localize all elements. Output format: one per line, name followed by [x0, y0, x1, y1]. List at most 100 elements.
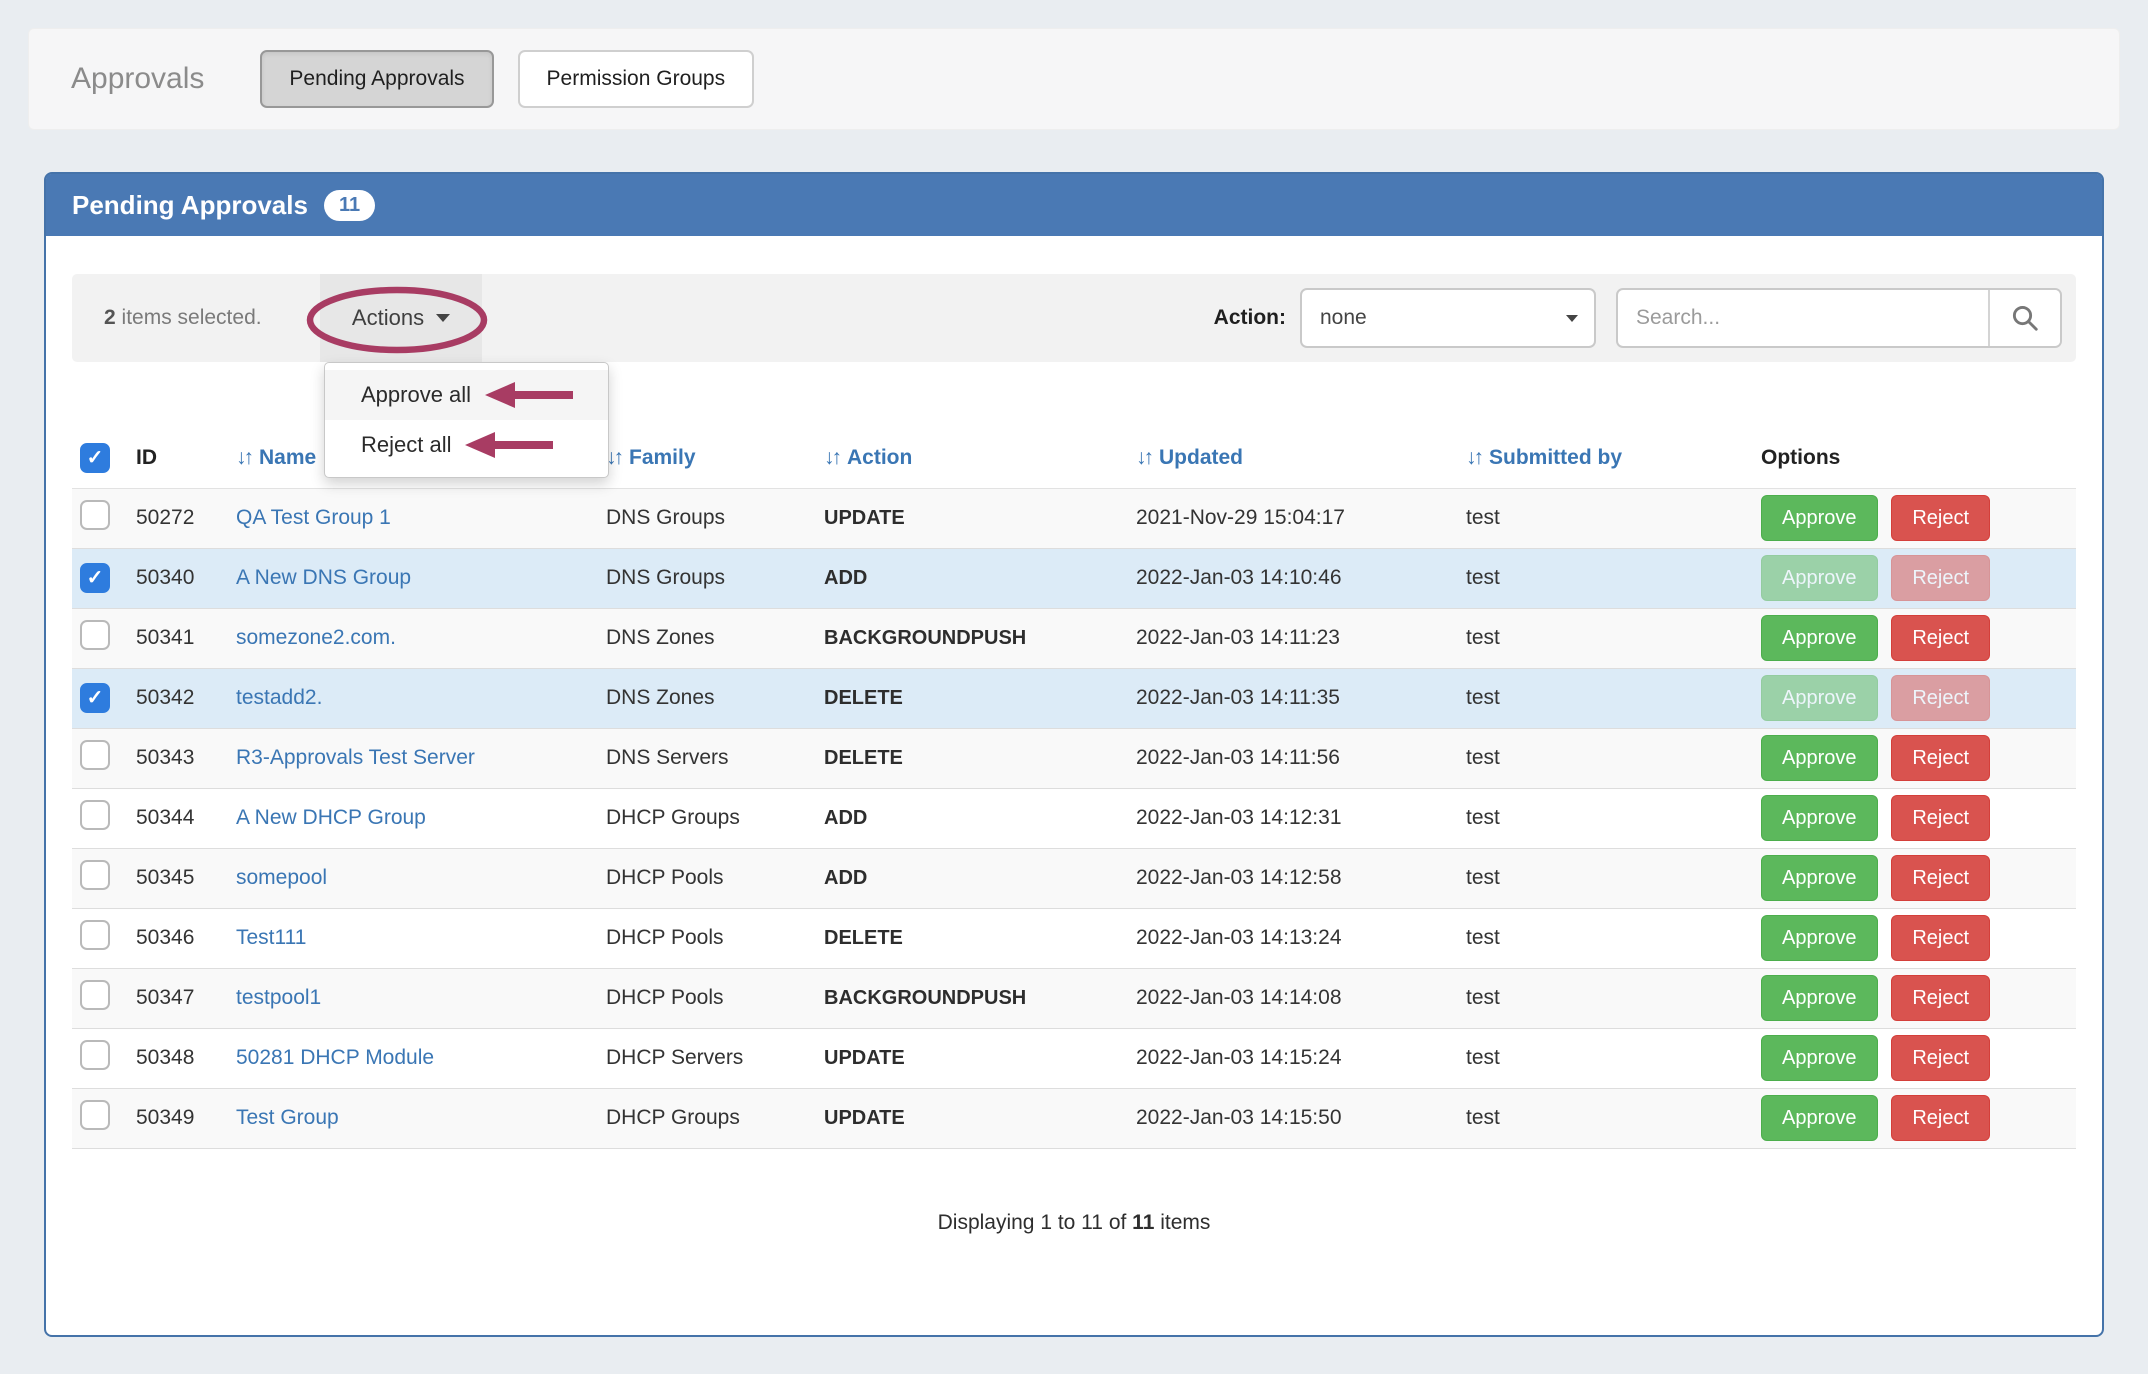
column-header-family[interactable]: ↓↑Family: [598, 428, 816, 488]
approve-button[interactable]: Approve: [1761, 555, 1878, 601]
row-action: DELETE: [816, 728, 1128, 788]
reject-button[interactable]: Reject: [1891, 735, 1990, 781]
reject-button[interactable]: Reject: [1891, 555, 1990, 601]
row-checkbox[interactable]: [80, 1040, 110, 1070]
search-button[interactable]: [1988, 290, 2060, 346]
row-id: 50343: [128, 728, 228, 788]
table-row: 50341 somezone2.com. DNS Zones BACKGROUN…: [72, 608, 2076, 668]
panel-title: Pending Approvals: [72, 190, 308, 221]
row-action: BACKGROUNDPUSH: [816, 968, 1128, 1028]
row-action: ADD: [816, 848, 1128, 908]
page: Approvals Pending Approvals Permission G…: [0, 0, 2148, 1374]
row-submitted-by: test: [1458, 1028, 1753, 1088]
panel-header: Pending Approvals 11: [46, 174, 2102, 236]
approve-button[interactable]: Approve: [1761, 1095, 1878, 1141]
approve-button[interactable]: Approve: [1761, 495, 1878, 541]
toolbar: 2 items selected. Actions Approve all: [72, 274, 2076, 362]
approve-button[interactable]: Approve: [1761, 975, 1878, 1021]
reject-button[interactable]: Reject: [1891, 855, 1990, 901]
row-id: 50349: [128, 1088, 228, 1148]
row-family: DNS Zones: [598, 668, 816, 728]
reject-button[interactable]: Reject: [1891, 495, 1990, 541]
row-name-link[interactable]: testpool1: [236, 986, 321, 1009]
row-checkbox[interactable]: [80, 920, 110, 950]
row-name-link[interactable]: somepool: [236, 866, 327, 889]
row-id: 50346: [128, 908, 228, 968]
row-checkbox[interactable]: ✓: [80, 683, 110, 713]
row-id: 50347: [128, 968, 228, 1028]
row-family: DHCP Pools: [598, 968, 816, 1028]
approve-button[interactable]: Approve: [1761, 615, 1878, 661]
row-submitted-by: test: [1458, 548, 1753, 608]
reject-button[interactable]: Reject: [1891, 795, 1990, 841]
row-action: ADD: [816, 548, 1128, 608]
row-name-link[interactable]: Test Group: [236, 1106, 339, 1129]
column-header-action[interactable]: ↓↑Action: [816, 428, 1128, 488]
reject-button[interactable]: Reject: [1891, 975, 1990, 1021]
count-badge: 11: [324, 190, 375, 221]
tab-pending-approvals[interactable]: Pending Approvals: [260, 50, 493, 108]
row-checkbox[interactable]: [80, 1100, 110, 1130]
row-id: 50348: [128, 1028, 228, 1088]
actions-dropdown-button[interactable]: Actions: [320, 274, 482, 362]
sort-icon: ↓↑: [236, 446, 251, 469]
approve-button[interactable]: Approve: [1761, 675, 1878, 721]
actions-dropdown-menu: Approve all Reject all: [324, 362, 609, 478]
row-updated: 2022-Jan-03 14:11:23: [1128, 608, 1458, 668]
row-id: 50342: [128, 668, 228, 728]
column-header-submitted-by[interactable]: ↓↑Submitted by: [1458, 428, 1753, 488]
row-name-link[interactable]: somezone2.com.: [236, 626, 396, 649]
chevron-down-icon: [1566, 315, 1578, 322]
row-checkbox[interactable]: [80, 980, 110, 1010]
row-family: DNS Groups: [598, 548, 816, 608]
row-submitted-by: test: [1458, 848, 1753, 908]
row-checkbox[interactable]: [80, 620, 110, 650]
tab-permission-groups[interactable]: Permission Groups: [518, 50, 755, 108]
row-checkbox[interactable]: [80, 800, 110, 830]
row-name-link[interactable]: Test111: [236, 926, 306, 949]
row-checkbox[interactable]: [80, 740, 110, 770]
approve-button[interactable]: Approve: [1761, 915, 1878, 961]
select-all-checkbox[interactable]: ✓: [80, 443, 110, 473]
table-row: 50346 Test111 DHCP Pools DELETE 2022-Jan…: [72, 908, 2076, 968]
search-icon: [2010, 303, 2040, 333]
row-family: DNS Servers: [598, 728, 816, 788]
menu-item-approve-all[interactable]: Approve all: [325, 370, 608, 420]
row-updated: 2021-Nov-29 15:04:17: [1128, 488, 1458, 548]
column-header-updated[interactable]: ↓↑Updated: [1128, 428, 1458, 488]
row-submitted-by: test: [1458, 488, 1753, 548]
chevron-down-icon: [436, 314, 450, 322]
approve-all-label: Approve all: [361, 382, 471, 408]
reject-button[interactable]: Reject: [1891, 615, 1990, 661]
row-name-link[interactable]: R3-Approvals Test Server: [236, 746, 475, 769]
approve-button[interactable]: Approve: [1761, 795, 1878, 841]
row-name-link[interactable]: 50281 DHCP Module: [236, 1046, 434, 1069]
reject-button[interactable]: Reject: [1891, 915, 1990, 961]
selected-items-status: 2 items selected.: [104, 306, 262, 330]
selected-suffix: items selected.: [116, 306, 262, 329]
row-submitted-by: test: [1458, 788, 1753, 848]
row-name-link[interactable]: A New DHCP Group: [236, 806, 426, 829]
search-input[interactable]: [1618, 290, 1988, 346]
approve-button[interactable]: Approve: [1761, 735, 1878, 781]
action-filter-select[interactable]: none: [1300, 288, 1596, 348]
reject-button[interactable]: Reject: [1891, 1035, 1990, 1081]
approve-button[interactable]: Approve: [1761, 1035, 1878, 1081]
row-updated: 2022-Jan-03 14:15:24: [1128, 1028, 1458, 1088]
row-name-link[interactable]: testadd2.: [236, 686, 322, 709]
row-name-link[interactable]: A New DNS Group: [236, 566, 411, 589]
row-updated: 2022-Jan-03 14:10:46: [1128, 548, 1458, 608]
column-header-id: ID: [128, 428, 228, 488]
selected-count: 2: [104, 306, 116, 329]
row-action: BACKGROUNDPUSH: [816, 608, 1128, 668]
approve-button[interactable]: Approve: [1761, 855, 1878, 901]
row-checkbox[interactable]: [80, 860, 110, 890]
reject-button[interactable]: Reject: [1891, 1095, 1990, 1141]
row-family: DHCP Groups: [598, 788, 816, 848]
sort-icon: ↓↑: [1466, 446, 1481, 469]
row-checkbox[interactable]: [80, 500, 110, 530]
menu-item-reject-all[interactable]: Reject all: [325, 420, 608, 470]
row-name-link[interactable]: QA Test Group 1: [236, 506, 391, 529]
row-checkbox[interactable]: ✓: [80, 563, 110, 593]
reject-button[interactable]: Reject: [1891, 675, 1990, 721]
